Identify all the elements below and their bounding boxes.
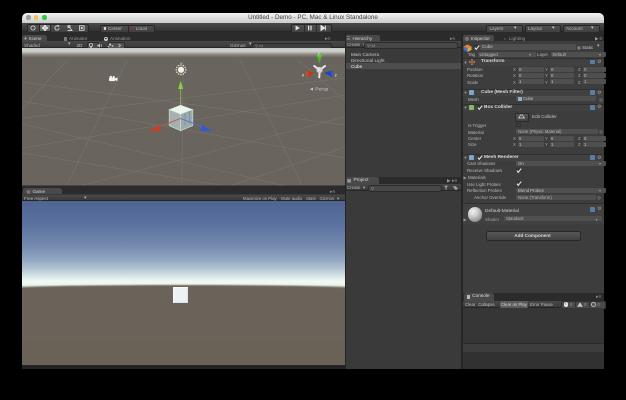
svg-text:y: y	[318, 51, 320, 56]
svg-text:◄ Persp: ◄ Persp	[309, 87, 329, 93]
